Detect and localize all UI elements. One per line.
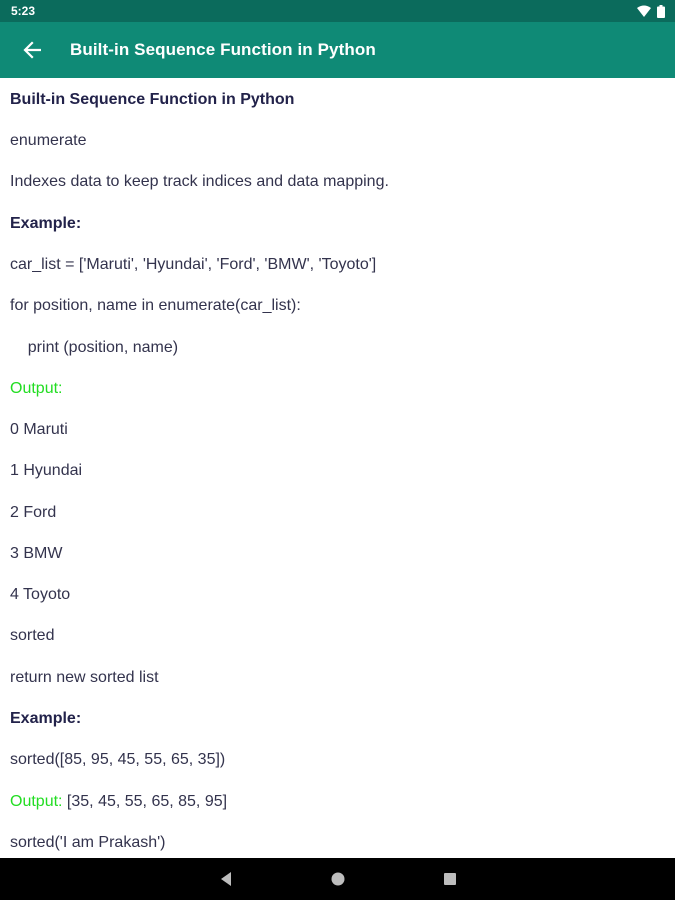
battery-icon (657, 4, 665, 18)
status-time: 5:23 (11, 4, 36, 18)
nav-recents-button[interactable] (439, 868, 461, 890)
example-label: Example: (10, 215, 82, 232)
status-bar: 5:23 (0, 0, 675, 22)
code-line: for position, name in enumerate(car_list… (10, 297, 301, 314)
status-icons (637, 4, 665, 18)
function-name-enumerate: enumerate (10, 132, 87, 149)
article-title: Built-in Sequence Function in Python (10, 91, 295, 108)
output-line: 0 Maruti (10, 421, 68, 438)
back-button[interactable] (16, 34, 48, 66)
nav-home-button[interactable] (327, 868, 349, 890)
app-bar: Built-in Sequence Function in Python (0, 22, 675, 78)
output-line: 3 BMW (10, 545, 63, 562)
code-line: print (position, name) (10, 339, 179, 356)
example-label: Example: (10, 710, 82, 727)
triangle-back-icon (221, 872, 231, 886)
circle-home-icon (331, 872, 345, 886)
code-line: sorted([85, 95, 45, 55, 65, 35]) (10, 751, 226, 768)
output-label: Output: (10, 380, 63, 397)
output-label: Output: (10, 793, 63, 810)
article-content: Built-in Sequence Function in Python enu… (0, 78, 675, 858)
code-line: car_list = ['Maruti', 'Hyundai', 'Ford',… (10, 256, 377, 273)
function-name-sorted: sorted (10, 627, 55, 644)
nav-back-button[interactable] (215, 868, 237, 890)
code-line: sorted('I am Prakash') (10, 834, 166, 851)
output-value: [35, 45, 55, 65, 85, 95] (62, 793, 228, 810)
app-title: Built-in Sequence Function in Python (70, 40, 376, 59)
arrow-left-icon (23, 41, 41, 59)
wifi-icon (637, 5, 651, 17)
navigation-bar (0, 858, 675, 900)
output-line: 1 Hyundai (10, 462, 83, 479)
function-description-enumerate: Indexes data to keep track indices and d… (10, 173, 389, 190)
function-description-sorted: return new sorted list (10, 669, 159, 686)
square-recents-icon (444, 873, 456, 885)
output-line: 2 Ford (10, 504, 57, 521)
output-line: 4 Toyoto (10, 586, 71, 603)
output-row: Output: [35, 45, 55, 65, 85, 95] (10, 793, 227, 811)
